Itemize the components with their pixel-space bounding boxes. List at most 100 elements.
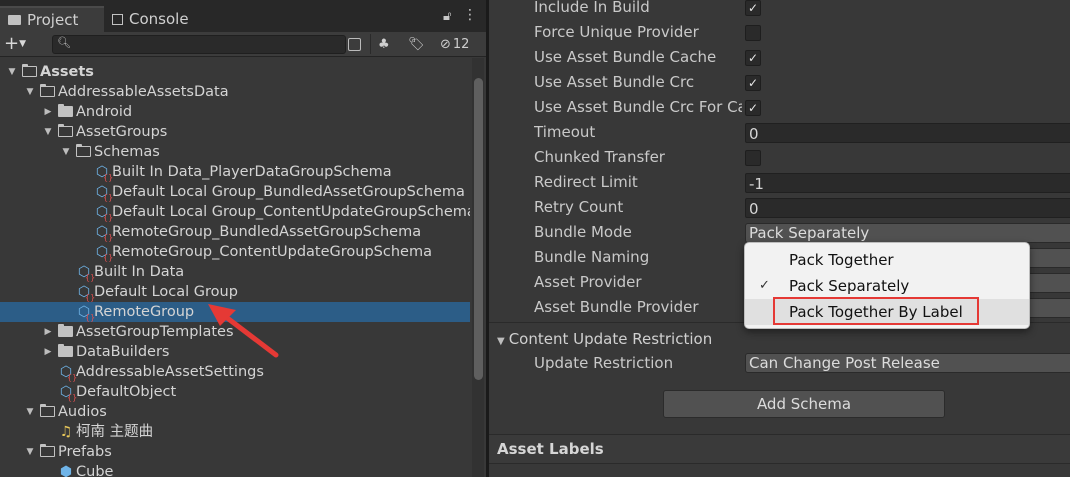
expand-arrow-down-icon[interactable]: ▼ xyxy=(24,442,36,462)
tree-row[interactable]: ⬡{} Default Local Group_BundledAssetGroup… xyxy=(0,182,470,202)
tree-row[interactable]: ⬡{} RemoteGroup_BundledAssetGroupSchema xyxy=(0,222,470,242)
filter-by-type-icon[interactable]: ♣ xyxy=(378,34,390,54)
tree-row[interactable]: ♫ 柯南 主题曲 xyxy=(0,422,470,442)
tree-row[interactable]: ⬡{} Built In Data xyxy=(0,262,470,282)
tree-row[interactable]: ▼ Assets xyxy=(0,62,470,82)
section-divider xyxy=(489,463,1070,464)
tree-row[interactable]: ⬡{} Default Local Group xyxy=(0,282,470,302)
search-field[interactable]: 🔍︎ xyxy=(52,35,346,54)
scrollbar-thumb[interactable] xyxy=(474,78,483,380)
annotation-arrow-icon xyxy=(208,304,279,358)
tree-row-label: AssetGroups xyxy=(76,124,168,140)
console-icon xyxy=(112,13,123,25)
section-title: Content Update Restriction xyxy=(508,330,713,348)
search-by-type-icon[interactable] xyxy=(348,34,361,54)
expand-arrow-down-icon[interactable]: ▼ xyxy=(24,82,36,102)
tree-row-label: Built In Data xyxy=(94,264,185,280)
tree-row[interactable]: ▼ AssetGroups xyxy=(0,122,470,142)
scriptable-object-icon: ⬡{} xyxy=(95,224,114,242)
expand-arrow-right-icon[interactable]: ▶ xyxy=(42,322,54,342)
update-restriction-dropdown[interactable]: Can Change Post Release xyxy=(745,353,1070,373)
scriptable-object-icon: ⬡{} xyxy=(95,184,114,202)
lock-icon[interactable]: 🔓︎ xyxy=(443,9,451,24)
property-label: Bundle Mode xyxy=(534,223,632,241)
expand-arrow-down-icon[interactable]: ▼ xyxy=(24,402,36,422)
tree-row[interactable]: ⬢ Cube xyxy=(0,462,470,477)
expand-arrow-right-icon[interactable]: ▶ xyxy=(42,102,54,122)
property-number-field[interactable]: 0 xyxy=(745,123,1070,143)
tree-row[interactable]: ⬡{} RemoteGroup_ContentUpdateGroupSchema xyxy=(0,242,470,262)
folder-icon xyxy=(8,15,21,25)
expand-arrow-down-icon[interactable]: ▼ xyxy=(60,142,72,162)
chevron-down-icon: ▼ xyxy=(497,336,505,347)
checkmark-icon: ✓ xyxy=(747,101,759,115)
property-label: Asset Provider xyxy=(534,273,642,291)
tree-row[interactable]: ⬡{} DefaultObject xyxy=(0,382,470,402)
property-number-field[interactable]: -1 xyxy=(745,173,1070,193)
property-checkbox[interactable]: ✓ xyxy=(745,0,761,16)
search-input[interactable] xyxy=(71,36,341,52)
tree-row-label: Assets xyxy=(40,64,94,80)
property-checkbox[interactable] xyxy=(745,150,761,166)
property-label: Use Asset Bundle Crc For Cached Bundles xyxy=(534,98,742,116)
property-checkbox[interactable]: ✓ xyxy=(745,75,761,91)
tab-label: Console xyxy=(129,10,189,28)
property-label: Retry Count xyxy=(534,198,624,216)
property-label: Use Asset Bundle Crc xyxy=(534,73,695,91)
tree-row[interactable]: ▼ AddressableAssetsData xyxy=(0,82,470,102)
project-tree: ▼ Assets ▼ AddressableAssetsData ▶ Android ▼ As… xyxy=(0,57,470,477)
tree-row-label: Default Local Group xyxy=(94,284,238,300)
tree-row-label: Default Local Group_ContentUpdateGroupSc… xyxy=(112,204,470,220)
content-update-foldout[interactable]: ▼ Content Update Restriction xyxy=(497,328,712,350)
property-label: Redirect Limit xyxy=(534,173,638,191)
tab-console[interactable]: Console xyxy=(104,6,214,32)
expand-arrow-down-icon[interactable]: ▼ xyxy=(6,62,18,82)
asset-labels-title: Asset Labels xyxy=(497,440,604,458)
property-number-field[interactable]: 0 xyxy=(745,198,1070,218)
tree-row[interactable]: ▼ Audios xyxy=(0,402,470,422)
create-button[interactable]: +▼ xyxy=(4,34,26,54)
tree-row[interactable]: ⬡{} AddressableAssetSettings xyxy=(0,362,470,382)
tree-row-label: Cube xyxy=(76,464,114,477)
checkmark-icon: ✓ xyxy=(759,278,770,293)
menu-item[interactable]: Pack Together xyxy=(745,247,1029,273)
folder-open-icon xyxy=(39,443,55,457)
hidden-packages-icon[interactable]: ⊘ 12 xyxy=(440,34,469,54)
scriptable-object-icon: ⬡{} xyxy=(77,264,96,282)
property-checkbox[interactable]: ✓ xyxy=(745,50,761,66)
folder-icon xyxy=(58,104,73,117)
chevron-down-icon: ▼ xyxy=(19,39,27,49)
expand-arrow-right-icon[interactable]: ▶ xyxy=(42,342,54,362)
scriptable-object-icon: ⬡{} xyxy=(95,204,114,222)
folder-open-icon xyxy=(21,63,37,77)
tree-row[interactable]: ⬡{} Built In Data_PlayerDataGroupSchema xyxy=(0,162,470,182)
tree-row[interactable]: ⬡{} Default Local Group_ContentUpdateGrou… xyxy=(0,202,470,222)
annotation-highlight-box xyxy=(773,297,979,325)
add-schema-button[interactable]: Add Schema xyxy=(663,390,945,418)
audio-clip-icon: ♫ xyxy=(59,424,73,440)
more-options-icon[interactable]: ⋮ xyxy=(463,7,477,23)
tree-row-label: Audios xyxy=(58,404,107,420)
folder-icon xyxy=(58,324,73,337)
expand-arrow-down-icon[interactable]: ▼ xyxy=(42,122,54,142)
tree-row[interactable]: ▼ Prefabs xyxy=(0,442,470,462)
folder-icon xyxy=(58,344,73,357)
tree-row[interactable]: ▶ Android xyxy=(0,102,470,122)
property-checkbox[interactable]: ✓ xyxy=(745,100,761,116)
property-dropdown[interactable]: Pack Separately xyxy=(745,223,1070,243)
filter-by-label-icon[interactable]: 🏷︎ xyxy=(408,34,425,54)
tab-label: Project xyxy=(27,11,79,29)
tree-row-label: RemoteGroup_ContentUpdateGroupSchema xyxy=(112,244,432,260)
checkmark-icon: ✓ xyxy=(747,76,759,90)
property-label: Timeout xyxy=(534,123,596,141)
update-restriction-label: Update Restriction xyxy=(534,354,674,372)
tree-row[interactable]: ▼ Schemas xyxy=(0,142,470,162)
project-toolbar: +▼ 🔍︎ ♣ 🏷︎ ⊘ 12 xyxy=(0,32,486,57)
property-checkbox[interactable] xyxy=(745,25,761,41)
checkmark-icon: ✓ xyxy=(747,1,759,15)
property-label: Asset Bundle Provider xyxy=(534,298,699,316)
tab-project[interactable]: Project xyxy=(0,6,104,32)
property-label: Force Unique Provider xyxy=(534,23,699,41)
tree-row-label: AddressableAssetSettings xyxy=(76,364,264,380)
menu-item[interactable]: ✓ Pack Separately xyxy=(745,273,1029,299)
